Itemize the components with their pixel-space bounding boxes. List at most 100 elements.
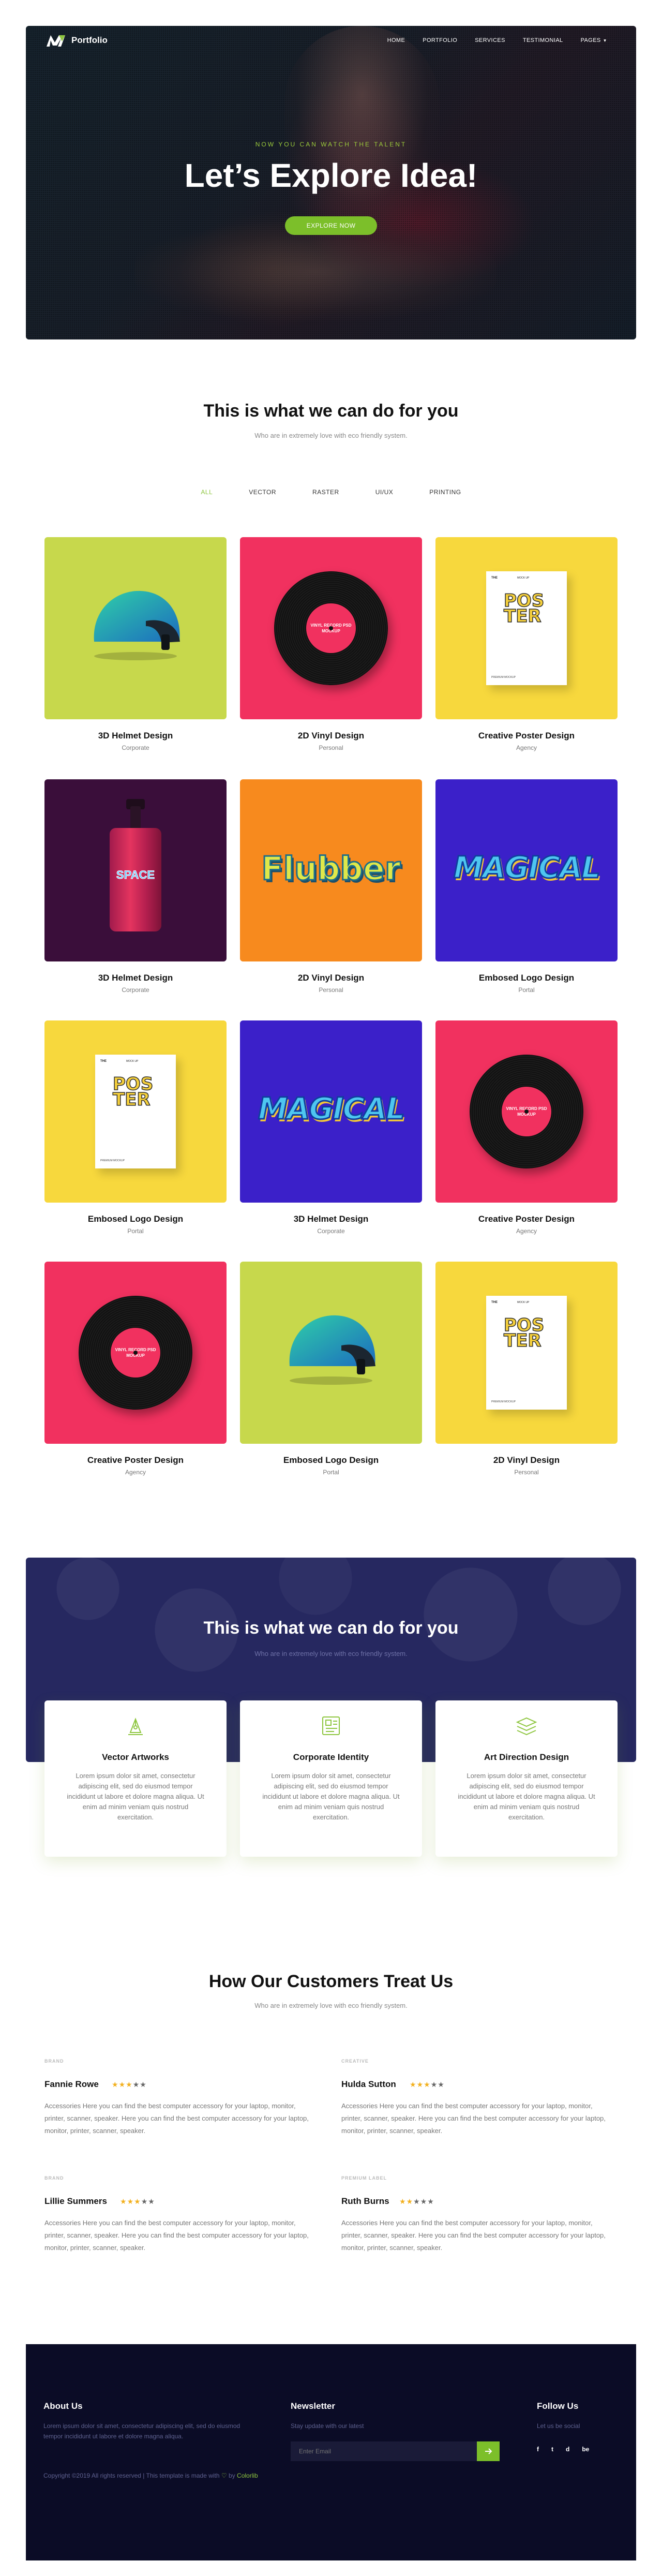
star-icon: ★ (410, 2080, 417, 2089)
portfolio-thumbnail[interactable]: THE MOCK UP POSTER PREMIUM MOCKUP (435, 537, 618, 719)
portfolio-card[interactable]: Embosed Logo Design Portal (240, 1262, 422, 1476)
star-icon: ★ (406, 2197, 414, 2205)
service-card[interactable]: Corporate Identity Lorem ipsum dolor sit… (240, 1700, 422, 1857)
testimonial-quote: Accessories Here you can find the best c… (44, 2102, 309, 2135)
copyright-text: Copyright ©2019 All rights reserved | Th… (43, 2472, 220, 2479)
portfolio-card[interactable]: MAGICAL Embosed Logo Design Portal (435, 779, 618, 994)
poster-footer: PREMIUM MOCKUP (491, 676, 516, 679)
portfolio-thumbnail[interactable]: THE MOCK UP POSTER PREMIUM MOCKUP (44, 1020, 227, 1203)
portfolio-card[interactable]: MAGICAL 3D Helmet Design Corporate (240, 1020, 422, 1235)
client-logo: CREATIVE (341, 2059, 369, 2064)
menu-item-portfolio[interactable]: PORTFOLIO (423, 37, 457, 43)
testimonial-quote: Accessories Here you can find the best c… (341, 2102, 606, 2135)
portfolio-card[interactable]: VINYL RECORD PSD MOCKUP 2D Vinyl Design Pe… (240, 537, 422, 751)
flubber-logo: Flubber (261, 849, 401, 889)
filter-vector[interactable]: VECTOR (249, 488, 276, 496)
poster-illustration: THE MOCK UP POSTER PREMIUM MOCKUP (486, 571, 567, 685)
portfolio-thumbnail[interactable]: MAGICAL (435, 779, 618, 961)
rating-stars: ★★★★★ (112, 2080, 147, 2089)
portfolio-card[interactable]: 3D Helmet Design Corporate (44, 537, 227, 751)
portfolio-thumbnail[interactable] (240, 1262, 422, 1444)
testimonial-quote: Accessories Here you can find the best c… (341, 2219, 606, 2252)
email-input[interactable] (291, 2441, 477, 2461)
portfolio-thumbnail[interactable]: SPACE (44, 779, 227, 961)
portfolio-subtitle: Who are in extremely love with eco frien… (254, 432, 408, 439)
pen-tool-icon (128, 1718, 143, 1735)
portfolio-card[interactable]: SPACE 3D Helmet Design Corporate (44, 779, 227, 994)
filter-printing[interactable]: PRINTING (429, 488, 461, 496)
portfolio-card[interactable]: Flubber 2D Vinyl Design Personal (240, 779, 422, 994)
subscribe-button[interactable] (477, 2441, 500, 2461)
poster-header-sub: MOCK UP (126, 1060, 139, 1063)
services-title: This is what we can do for you (203, 1618, 459, 1638)
portfolio-item-category: Personal (514, 1469, 539, 1476)
social-links: f t d be (537, 2446, 589, 2453)
filter-uiux[interactable]: UI/UX (375, 488, 394, 496)
colorlib-link[interactable]: Colorlib (237, 2472, 258, 2479)
dribbble-icon[interactable]: d (566, 2446, 569, 2453)
service-card[interactable]: Vector Artworks Lorem ipsum dolor sit am… (44, 1700, 227, 1857)
service-description: Lorem ipsum dolor sit amet, consectetur … (458, 1772, 595, 1821)
portfolio-item-category: Portal (323, 1469, 339, 1476)
filter-raster[interactable]: RASTER (312, 488, 339, 496)
follow-text: Let us be social (537, 2422, 580, 2430)
behance-icon[interactable]: be (582, 2446, 589, 2453)
portfolio-item-category: Corporate (122, 744, 149, 751)
portfolio-card[interactable]: THE MOCK UP POSTER PREMIUM MOCKUP Embosed Lo… (44, 1020, 227, 1235)
testimonials-subtitle: Who are in extremely love with eco frien… (254, 2002, 408, 2009)
portfolio-item-title: Creative Poster Design (87, 1455, 184, 1465)
portfolio-thumbnail[interactable] (44, 537, 227, 719)
poster-header-sub: MOCK UP (517, 576, 530, 580)
rating-stars: ★★★★★ (410, 2080, 445, 2089)
portfolio-thumbnail[interactable]: MAGICAL (240, 1020, 422, 1203)
newsletter-text: Stay update with our latest (291, 2422, 364, 2430)
portfolio-item-title: 3D Helmet Design (98, 731, 173, 741)
menu-item-testimonial[interactable]: TESTIMONIAL (523, 37, 563, 43)
services-subtitle: Who are in extremely love with eco frien… (254, 1650, 408, 1657)
portfolio-card[interactable]: VINYL RECORD PSD MOCKUP Creative Poster D… (435, 1020, 618, 1235)
portfolio-thumbnail[interactable]: THE MOCK UP POSTER PREMIUM MOCKUP (435, 1262, 618, 1444)
poster-header: THE (491, 576, 498, 580)
footer: About Us Lorem ipsum dolor sit amet, con… (26, 2344, 636, 2560)
portfolio-card[interactable]: THE MOCK UP POSTER PREMIUM MOCKUP 2D Vinyl D… (435, 1262, 618, 1476)
vinyl-record-illustration: VINYL RECORD PSD MOCKUP (470, 1055, 583, 1168)
portfolio-item-title: 2D Vinyl Design (297, 973, 365, 983)
star-icon: ★ (427, 2197, 434, 2205)
facebook-icon[interactable]: f (537, 2446, 539, 2453)
explore-now-button[interactable]: EXPLORE NOW (285, 216, 377, 235)
service-card[interactable]: Art Direction Design Lorem ipsum dolor s… (435, 1700, 618, 1857)
portfolio-thumbnail[interactable]: VINYL RECORD PSD MOCKUP (435, 1020, 618, 1203)
vinyl-record-illustration: VINYL RECORD PSD MOCKUP (274, 571, 388, 685)
portfolio-card[interactable]: THE MOCK UP POSTER PREMIUM MOCKUP Creative P… (435, 537, 618, 751)
portfolio-thumbnail[interactable]: Flubber (240, 779, 422, 961)
menu-item-pages[interactable]: PAGES ▼ (581, 37, 607, 43)
menu-item-services[interactable]: SERVICES (475, 37, 505, 43)
hero-banner: Portfolio HOME PORTFOLIO SERVICES TESTIM… (26, 26, 636, 339)
brand-logo-icon (47, 35, 65, 47)
layers-icon (516, 1717, 537, 1736)
brand-logo[interactable]: Portfolio (46, 33, 108, 48)
main-menu: HOME PORTFOLIO SERVICES TESTIMONIAL PAGE… (387, 37, 607, 43)
menu-item-home[interactable]: HOME (387, 37, 405, 43)
portfolio-thumbnail[interactable]: VINYL RECORD PSD MOCKUP (44, 1262, 227, 1444)
portfolio-card[interactable]: VINYL RECORD PSD MOCKUP Creative Poster D… (44, 1262, 227, 1476)
portfolio-item-title: Embosed Logo Design (283, 1455, 379, 1465)
service-description: Lorem ipsum dolor sit amet, consectetur … (67, 1772, 204, 1821)
filter-all[interactable]: ALL (201, 488, 213, 496)
chevron-down-icon: ▼ (603, 38, 607, 43)
twitter-icon[interactable]: t (551, 2446, 553, 2453)
portfolio-item-title: 3D Helmet Design (293, 1214, 369, 1224)
portfolio-item-title: 2D Vinyl Design (493, 1455, 560, 1465)
navbar: Portfolio HOME PORTFOLIO SERVICES TESTIM… (26, 26, 636, 57)
hero-title: Let’s Explore Idea! (184, 157, 478, 194)
star-icon: ★ (126, 2080, 133, 2089)
id-card-icon (322, 1716, 340, 1735)
portfolio-item-category: Corporate (317, 1227, 345, 1235)
client-name: Fannie Rowe (44, 2079, 99, 2089)
portfolio-thumbnail[interactable]: VINYL RECORD PSD MOCKUP (240, 537, 422, 719)
helmet-illustration (94, 590, 180, 660)
bottle-neck (130, 806, 141, 829)
portfolio-title: This is what we can do for you (203, 401, 459, 421)
portfolio-item-title: 3D Helmet Design (98, 973, 173, 983)
star-icon: ★ (416, 2080, 424, 2089)
